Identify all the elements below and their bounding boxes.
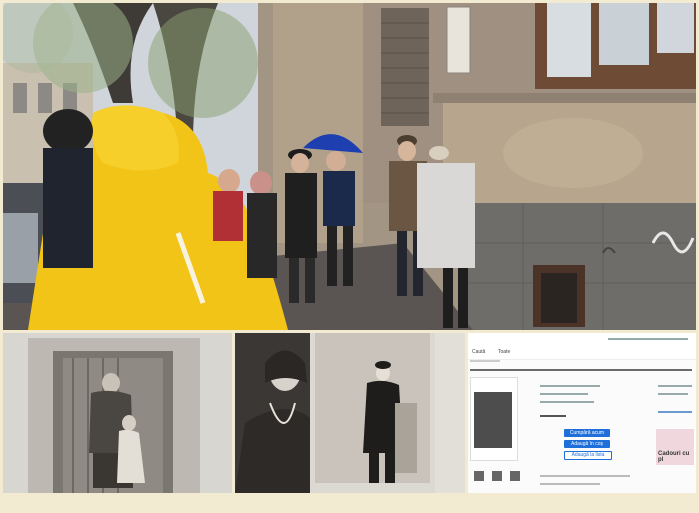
bids-line: [540, 401, 594, 403]
bottom-strip: [0, 496, 699, 513]
shop-nav: Caută Toate: [468, 347, 696, 360]
time-left-line: [540, 393, 588, 395]
seller-links: [658, 411, 692, 413]
product-thumbnail[interactable]: [470, 377, 518, 461]
street-scene: [3, 3, 696, 330]
gallery-thumb[interactable]: [510, 471, 520, 481]
header-links: [608, 338, 688, 340]
nav-category[interactable]: Toate: [498, 349, 510, 355]
archive-photo-portraits: [235, 333, 465, 493]
condition-line: [540, 385, 600, 387]
promo-banner[interactable]: Cadouri cu pl: [656, 429, 694, 465]
breadcrumb: [470, 360, 500, 362]
promo-text: Cadouri cu pl: [658, 451, 690, 463]
buy-now-button[interactable]: Cumpără acum: [564, 429, 610, 437]
shipping-info: [540, 475, 630, 477]
product-image: [474, 392, 512, 448]
gallery-thumb[interactable]: [492, 471, 502, 481]
add-to-cart-button[interactable]: Adaugă în coș: [564, 440, 610, 448]
seller-info: [658, 385, 692, 387]
street-photo: [3, 3, 696, 330]
seller-rating: [658, 393, 688, 395]
returns-info: [540, 483, 600, 485]
archive-photo-father-child: [3, 333, 232, 493]
listing-title: [470, 369, 692, 371]
price-line: [540, 415, 566, 417]
shop-header: [468, 333, 696, 348]
nav-tab-search[interactable]: Caută: [472, 349, 485, 355]
watch-button[interactable]: Adaugă la lista: [564, 451, 612, 460]
gallery-thumb[interactable]: [474, 471, 484, 481]
shop-listing-screenshot: Caută Toate Cumpără acum Adaugă în coș A…: [468, 333, 696, 493]
